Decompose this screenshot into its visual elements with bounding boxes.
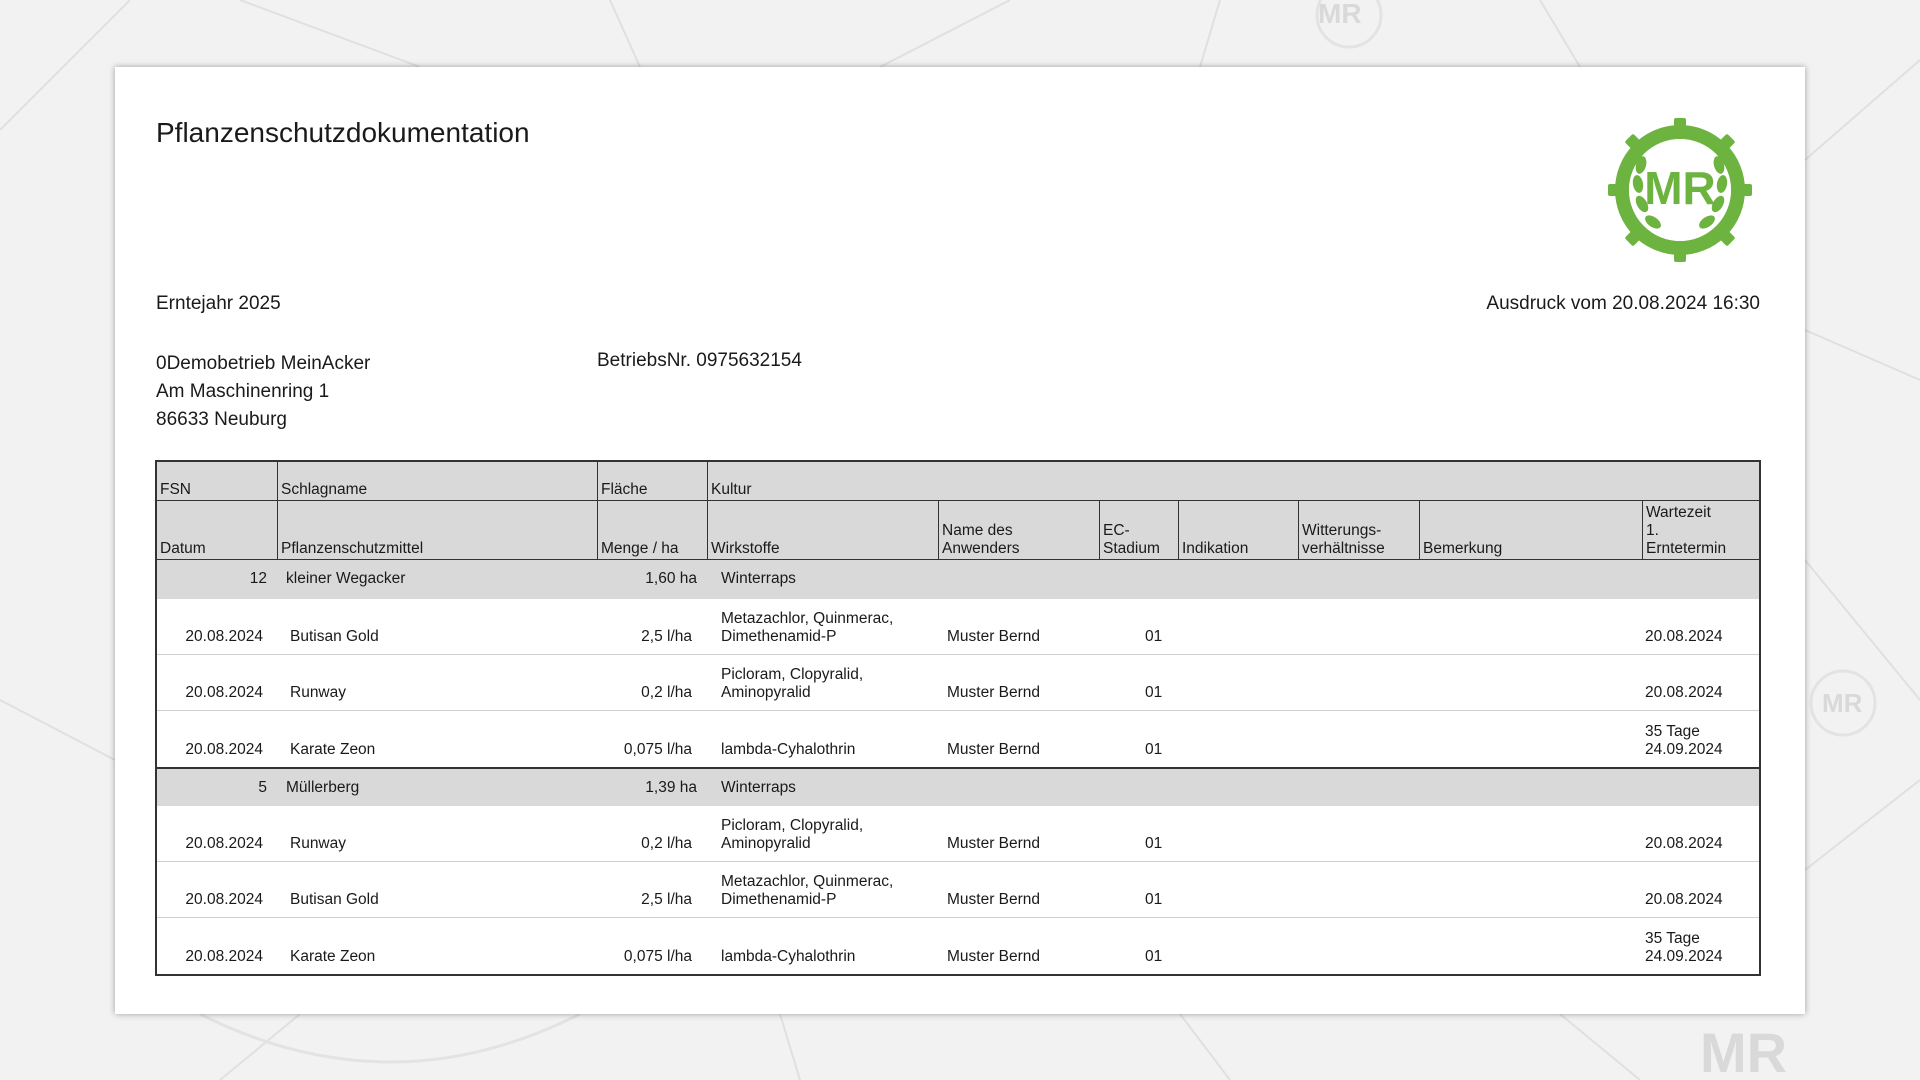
entry-ec-stage: 01 bbox=[1145, 741, 1163, 758]
entry-waiting: 20.08.2024 bbox=[1645, 835, 1723, 852]
company-street: Am Maschinenring 1 bbox=[156, 381, 330, 402]
company-name: 0Demobetrieb MeinAcker bbox=[156, 353, 371, 374]
header-ec-stage: EC- Stadium bbox=[1099, 501, 1178, 559]
table-header-row-1: FSN Schlagname Fläche Kultur bbox=[157, 462, 1759, 501]
entry-actives: Picloram, Clopyralid, Aminopyralid bbox=[721, 817, 864, 852]
table-header-row-2: Datum Pflanzenschutzmittel Menge / ha Wi… bbox=[157, 501, 1759, 560]
entry-waiting: 20.08.2024 bbox=[1645, 684, 1723, 701]
entry-product: Karate Zeon bbox=[290, 948, 376, 965]
company-address: 0Demobetrieb MeinAcker Am Maschinenring … bbox=[156, 350, 370, 434]
header-remark: Bemerkung bbox=[1419, 501, 1642, 559]
entry-rate: 0,2 l/ha bbox=[641, 835, 692, 852]
field-group-row: 12 kleiner Wegacker 1,60 ha Winterraps bbox=[157, 560, 1759, 599]
entry-product: Butisan Gold bbox=[290, 628, 379, 645]
field-area: 1,39 ha bbox=[645, 779, 697, 796]
entry-ec-stage: 01 bbox=[1145, 684, 1163, 701]
entry-product: Runway bbox=[290, 835, 346, 852]
entry-actives: Picloram, Clopyralid, Aminopyralid bbox=[721, 666, 864, 701]
header-area: Fläche bbox=[597, 462, 707, 500]
entry-waiting: 20.08.2024 bbox=[1645, 628, 1723, 645]
entry-date: 20.08.2024 bbox=[185, 684, 263, 701]
entry-actives: lambda-Cyhalothrin bbox=[721, 741, 856, 758]
field-crop: Winterraps bbox=[721, 570, 796, 587]
entry-rate: 0,075 l/ha bbox=[623, 948, 692, 965]
field-crop: Winterraps bbox=[721, 779, 796, 796]
table-row: 20.08.2024 Karate Zeon 0,075 l/ha lambda… bbox=[157, 711, 1759, 767]
entry-product: Runway bbox=[290, 684, 346, 701]
field-name: Müllerberg bbox=[286, 779, 360, 796]
entry-date: 20.08.2024 bbox=[185, 948, 263, 965]
header-rate: Menge / ha bbox=[597, 501, 707, 559]
maschinenring-logo: MR bbox=[1608, 118, 1752, 262]
entry-waiting: 35 Tage 24.09.2024 bbox=[1645, 930, 1723, 965]
document-page: Pflanzenschutzdokumentation MR Erntejahr… bbox=[115, 67, 1805, 1014]
logo-text: MR bbox=[1644, 162, 1716, 214]
entry-applicator: Muster Bernd bbox=[947, 835, 1041, 852]
header-actives: Wirkstoffe bbox=[707, 501, 938, 559]
table-row: 20.08.2024 Butisan Gold 2,5 l/ha Metazac… bbox=[157, 862, 1759, 918]
table-row: 20.08.2024 Runway 0,2 l/ha Picloram, Clo… bbox=[157, 806, 1759, 862]
protection-table: FSN Schlagname Fläche Kultur Datum Pflan… bbox=[155, 460, 1761, 976]
header-field-name: Schlagname bbox=[277, 462, 597, 500]
entry-rate: 0,075 l/ha bbox=[623, 741, 692, 758]
table-row: 20.08.2024 Butisan Gold 2,5 l/ha Metazac… bbox=[157, 599, 1759, 655]
header-waiting: Wartezeit 1. Erntetermin bbox=[1642, 501, 1759, 559]
document-title: Pflanzenschutzdokumentation bbox=[156, 117, 530, 148]
entry-rate: 0,2 l/ha bbox=[641, 684, 692, 701]
entry-date: 20.08.2024 bbox=[185, 891, 263, 908]
entry-ec-stage: 01 bbox=[1145, 948, 1163, 965]
entry-product: Karate Zeon bbox=[290, 741, 376, 758]
entry-applicator: Muster Bernd bbox=[947, 948, 1041, 965]
entry-ec-stage: 01 bbox=[1145, 628, 1163, 645]
entry-rate: 2,5 l/ha bbox=[641, 628, 692, 645]
company-city: 86633 Neuburg bbox=[156, 409, 287, 430]
field-fsn: 5 bbox=[258, 779, 267, 796]
watermark-logo-bottom: MR bbox=[1700, 1021, 1788, 1080]
entry-waiting: 35 Tage 24.09.2024 bbox=[1645, 723, 1723, 758]
header-date: Datum bbox=[160, 540, 206, 557]
table-row: 20.08.2024 Karate Zeon 0,075 l/ha lambda… bbox=[157, 918, 1759, 974]
header-product: Pflanzenschutzmittel bbox=[277, 501, 597, 559]
entry-date: 20.08.2024 bbox=[185, 628, 263, 645]
entry-ec-stage: 01 bbox=[1145, 835, 1163, 852]
entry-waiting: 20.08.2024 bbox=[1645, 891, 1723, 908]
entry-applicator: Muster Bernd bbox=[947, 741, 1041, 758]
entry-date: 20.08.2024 bbox=[185, 741, 263, 758]
field-area: 1,60 ha bbox=[645, 570, 697, 587]
table-row: 20.08.2024 Runway 0,2 l/ha Picloram, Clo… bbox=[157, 655, 1759, 711]
field-group-row: 5 Müllerberg 1,39 ha Winterraps bbox=[157, 767, 1759, 806]
header-weather: Witterungs-verhältnisse bbox=[1298, 501, 1419, 559]
entry-date: 20.08.2024 bbox=[185, 835, 263, 852]
entry-applicator: Muster Bernd bbox=[947, 628, 1041, 645]
header-applicator: Name des Anwenders bbox=[938, 501, 1099, 559]
entry-actives: Metazachlor, Quinmerac, Dimethenamid-P bbox=[721, 873, 894, 908]
header-indication: Indikation bbox=[1178, 501, 1298, 559]
company-number: BetriebsNr. 0975632154 bbox=[597, 350, 802, 371]
header-fsn: FSN bbox=[160, 481, 191, 498]
entry-applicator: Muster Bernd bbox=[947, 684, 1041, 701]
watermark-logo-top: MR bbox=[1318, 0, 1362, 29]
watermark-logo-right: MR bbox=[1822, 688, 1863, 718]
field-name: kleiner Wegacker bbox=[286, 570, 406, 587]
entry-ec-stage: 01 bbox=[1145, 891, 1163, 908]
header-crop: Kultur bbox=[707, 462, 1759, 500]
entry-actives: lambda-Cyhalothrin bbox=[721, 948, 856, 965]
print-date: Ausdruck vom 20.08.2024 16:30 bbox=[1486, 293, 1760, 314]
entry-actives: Metazachlor, Quinmerac, Dimethenamid-P bbox=[721, 610, 894, 645]
entry-product: Butisan Gold bbox=[290, 891, 379, 908]
harvest-year: Erntejahr 2025 bbox=[156, 293, 281, 314]
entry-applicator: Muster Bernd bbox=[947, 891, 1041, 908]
field-fsn: 12 bbox=[249, 570, 267, 587]
entry-rate: 2,5 l/ha bbox=[641, 891, 692, 908]
